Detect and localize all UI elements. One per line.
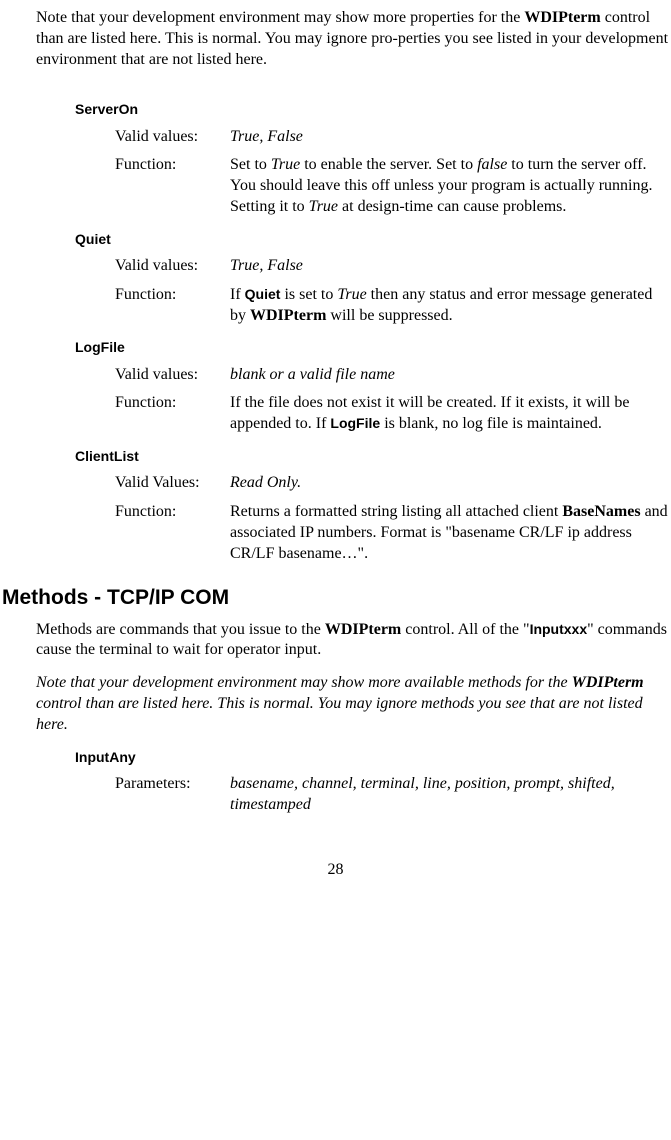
quiet-function-row: Function: If Quiet is set to True then a… xyxy=(115,285,671,327)
text: If xyxy=(230,286,245,303)
clientlist-valid-value: Read Only. xyxy=(230,473,671,494)
text: at design-time can cause problems. xyxy=(338,198,566,215)
function-label: Function: xyxy=(115,155,230,217)
function-label: Function: xyxy=(115,393,230,435)
serveron-valid-row: Valid values: True, False xyxy=(115,127,671,148)
serveron-valid-value: True, False xyxy=(230,127,671,148)
logfile-function-value: If the file does not exist it will be cr… xyxy=(230,393,671,435)
property-name-serveron: ServerOn xyxy=(75,100,671,118)
text-italic: True xyxy=(309,198,338,215)
logfile-valid-row: Valid values: blank or a valid file name xyxy=(115,365,671,386)
property-name-quiet: Quiet xyxy=(75,230,671,248)
text: will be suppressed. xyxy=(326,307,452,324)
intro-note-text-1: Note that your development environment m… xyxy=(36,9,524,26)
text: Returns a formatted string listing all a… xyxy=(230,503,562,520)
inputany-parameters-row: Parameters: basename, channel, terminal,… xyxy=(115,774,671,816)
text: control than are listed here. This is no… xyxy=(36,695,643,733)
valid-values-label: Valid values: xyxy=(115,365,230,386)
logfile-function-row: Function: If the file does not exist it … xyxy=(115,393,671,435)
properties-list: ServerOn Valid values: True, False Funct… xyxy=(0,100,671,564)
valid-values-label: Valid values: xyxy=(115,256,230,277)
text-bold: BaseNames xyxy=(562,503,640,520)
text-bold: LogFile xyxy=(330,415,380,431)
text-italic: True xyxy=(271,156,300,173)
parameters-label: Parameters: xyxy=(115,774,230,816)
text: Methods are commands that you issue to t… xyxy=(36,621,325,638)
inputany-parameters-value: basename, channel, terminal, line, posit… xyxy=(230,774,671,816)
property-clientlist: ClientList Valid Values: Read Only. Func… xyxy=(0,447,671,564)
text-bold: WDIPterm xyxy=(325,621,401,638)
text-italic: false xyxy=(477,156,507,173)
methods-intro-p1: Methods are commands that you issue to t… xyxy=(36,620,667,662)
intro-note: Note that your development environment m… xyxy=(36,8,669,70)
intro-note-bold-1: WDIPterm xyxy=(524,9,600,26)
logfile-valid-value: blank or a valid file name xyxy=(230,365,671,386)
clientlist-function-value: Returns a formatted string listing all a… xyxy=(230,502,671,564)
function-label: Function: xyxy=(115,285,230,327)
quiet-function-value: If Quiet is set to True then any status … xyxy=(230,285,671,327)
property-name-logfile: LogFile xyxy=(75,338,671,356)
method-inputany: InputAny Parameters: basename, channel, … xyxy=(0,748,671,816)
quiet-valid-value: True, False xyxy=(230,256,671,277)
text-bold: Inputxxx xyxy=(530,621,588,637)
text: is blank, no log file is maintained. xyxy=(380,415,602,432)
valid-values-label: Valid Values: xyxy=(115,473,230,494)
serveron-function-row: Function: Set to True to enable the serv… xyxy=(115,155,671,217)
valid-values-label: Valid values: xyxy=(115,127,230,148)
methods-intro-block: Methods are commands that you issue to t… xyxy=(36,620,667,736)
section-heading-methods: Methods - TCP/IP COM xyxy=(2,584,671,611)
text-bold: WDIPterm xyxy=(250,307,326,324)
property-name-clientlist: ClientList xyxy=(75,447,671,465)
method-name-inputany: InputAny xyxy=(75,748,671,766)
property-quiet: Quiet Valid values: True, False Function… xyxy=(0,230,671,327)
text: Note that your development environment m… xyxy=(36,674,572,691)
function-label: Function: xyxy=(115,502,230,564)
text: to enable the server. Set to xyxy=(300,156,477,173)
quiet-valid-row: Valid values: True, False xyxy=(115,256,671,277)
clientlist-function-row: Function: Returns a formatted string lis… xyxy=(115,502,671,564)
text-italic: True xyxy=(337,286,366,303)
serveron-function-value: Set to True to enable the server. Set to… xyxy=(230,155,671,217)
text: is set to xyxy=(280,286,337,303)
property-logfile: LogFile Valid values: blank or a valid f… xyxy=(0,338,671,435)
clientlist-valid-row: Valid Values: Read Only. xyxy=(115,473,671,494)
text: Set to xyxy=(230,156,271,173)
text: control. All of the " xyxy=(401,621,529,638)
methods-note: Note that your development environment m… xyxy=(36,673,667,735)
page-number: 28 xyxy=(0,860,671,881)
text-bold: Quiet xyxy=(245,286,281,302)
property-serveron: ServerOn Valid values: True, False Funct… xyxy=(0,100,671,217)
text-bold-italic: WDIPterm xyxy=(572,674,644,691)
